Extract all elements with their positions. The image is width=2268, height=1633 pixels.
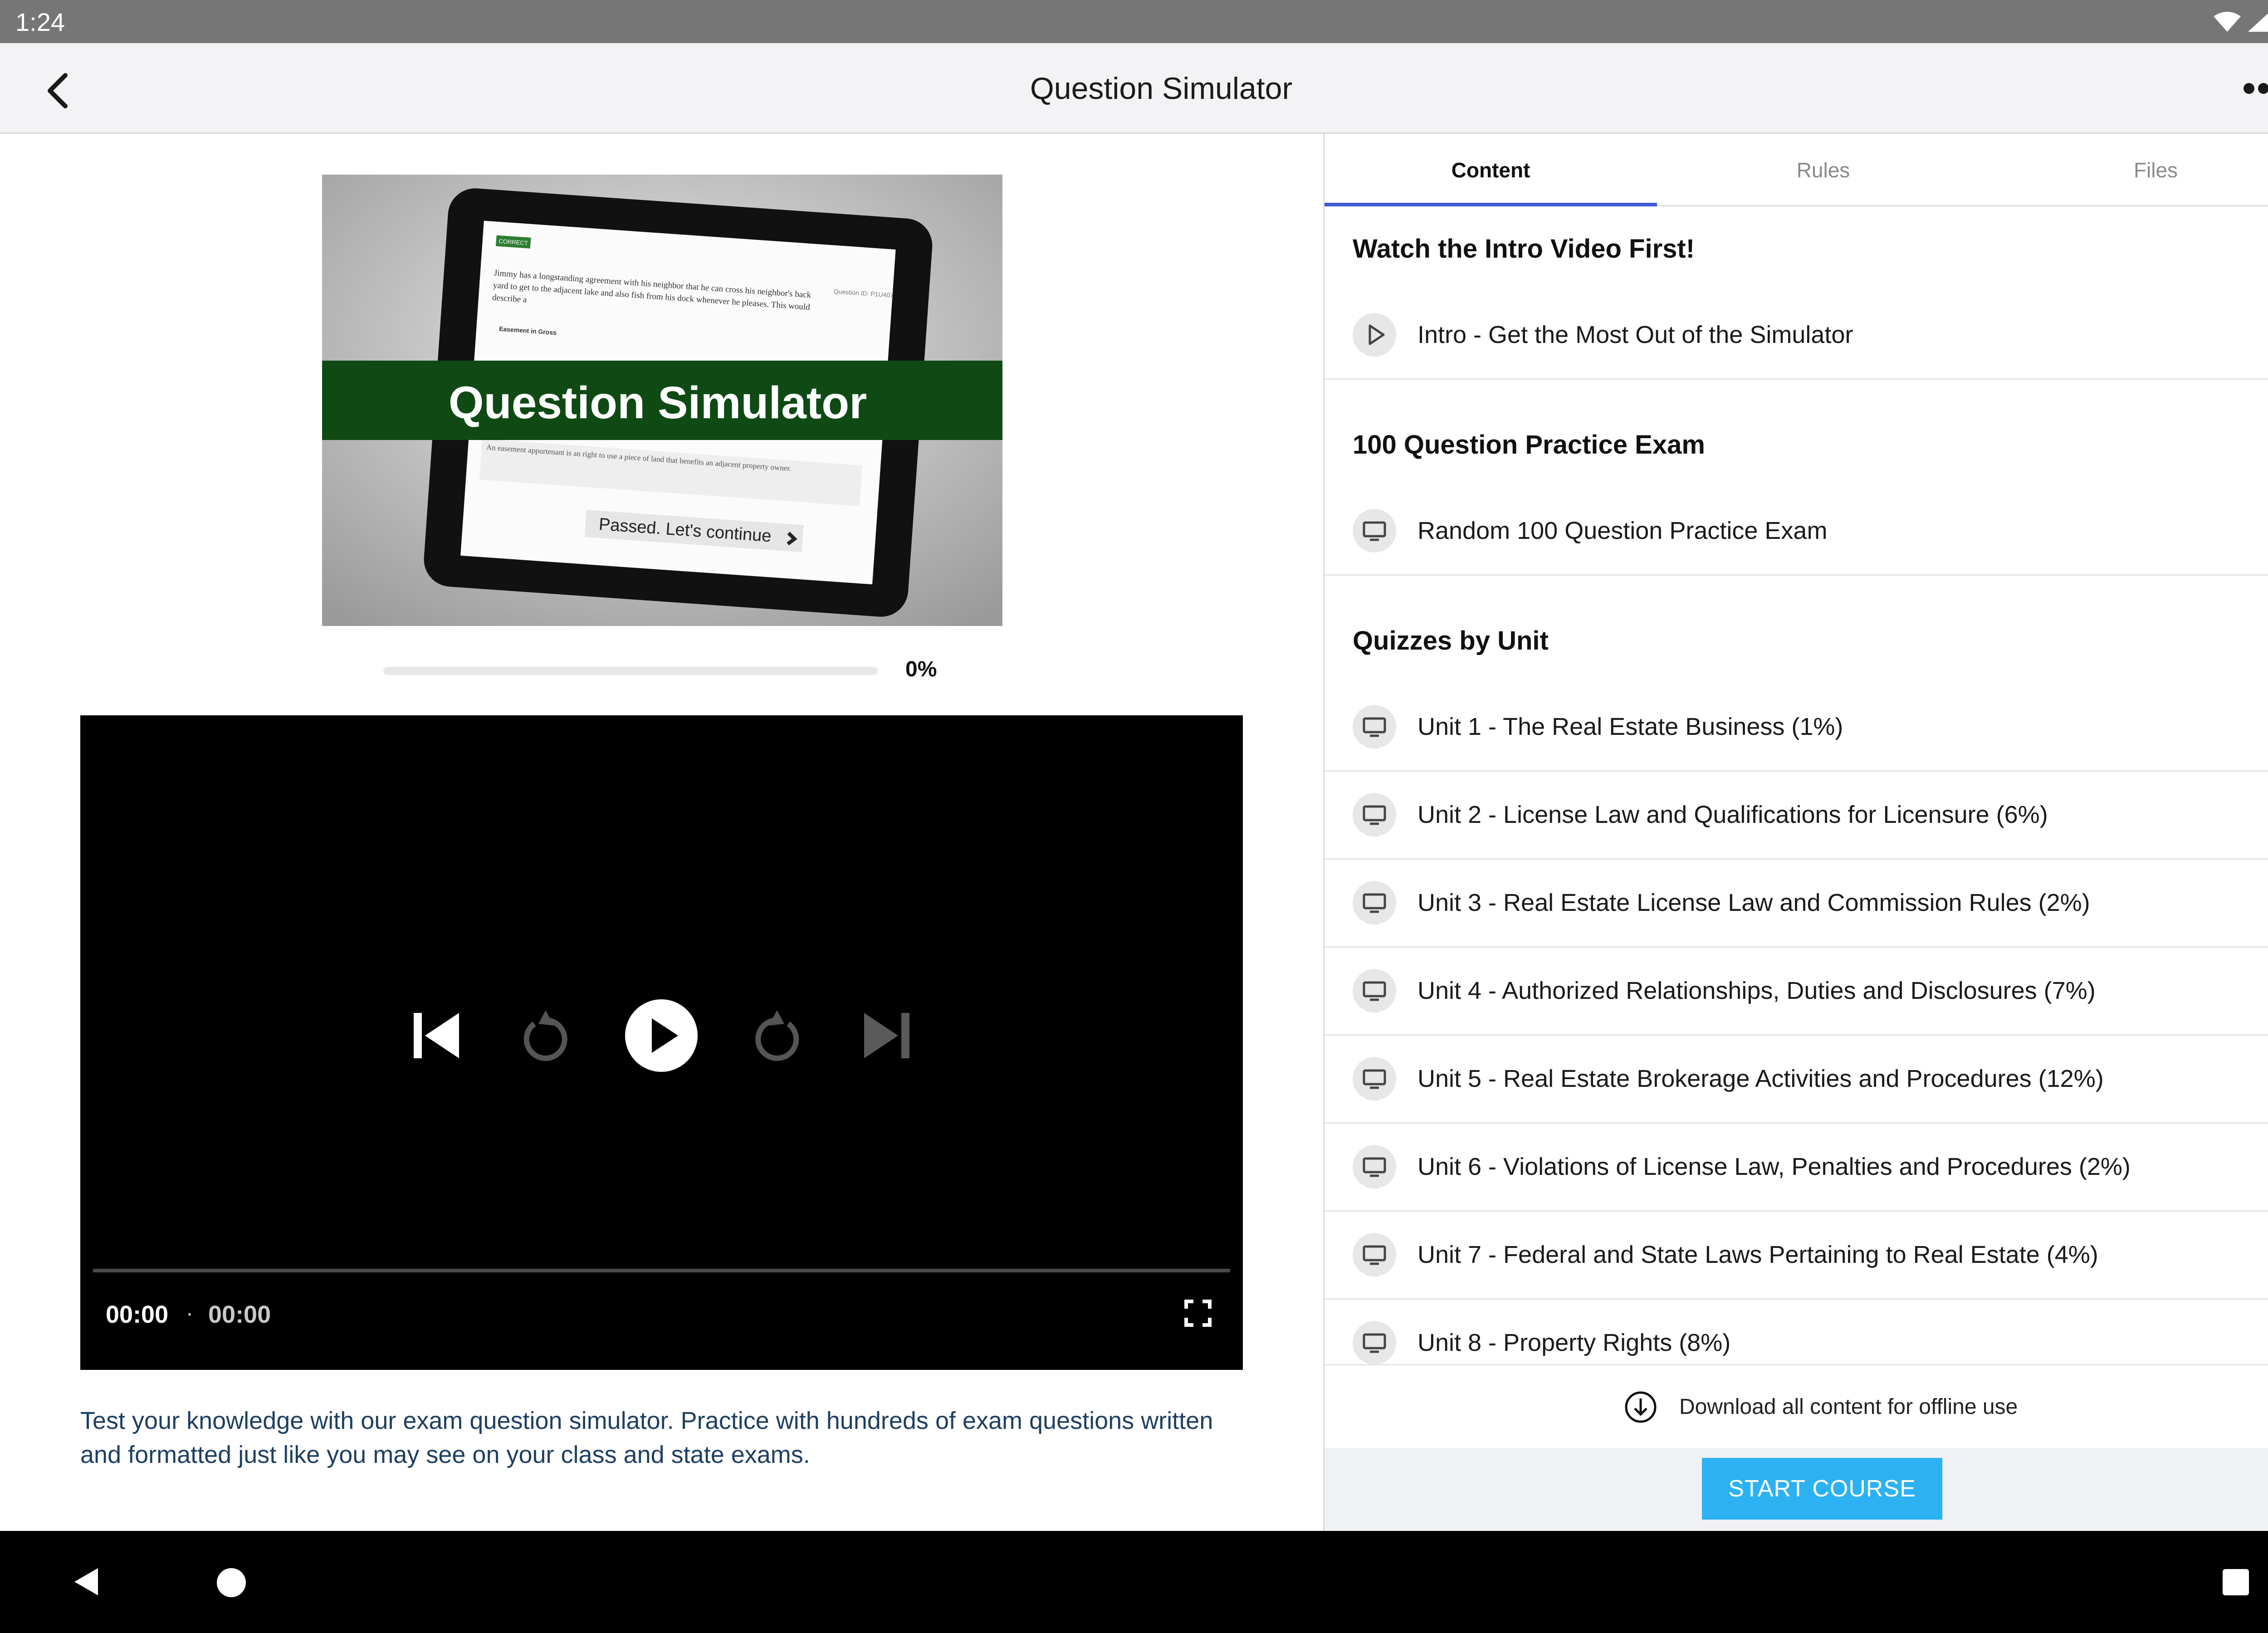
status-time: 1:24 <box>15 8 65 36</box>
list-item-label: Intro - Get the Most Out of the Simulato… <box>1418 321 1853 348</box>
list-item-label: Unit 5 - Real Estate Brokerage Activitie… <box>1418 1065 2104 1092</box>
monitor-icon <box>1353 1057 1396 1100</box>
list-item[interactable]: Unit 1 - The Real Estate Business (1%) <box>1325 684 2268 772</box>
list-item-label: Unit 7 - Federal and State Laws Pertaini… <box>1418 1241 2098 1268</box>
tab-bar: Content Rules Files <box>1325 134 2268 206</box>
start-course-button[interactable]: START COURSE <box>1702 1458 1942 1520</box>
chevron-left-icon <box>48 73 68 108</box>
progress-bar <box>383 667 878 675</box>
fullscreen-button[interactable] <box>1180 1295 1216 1331</box>
monitor-icon <box>1353 1233 1396 1276</box>
nav-back-icon[interactable] <box>69 1564 105 1600</box>
list-item-label: Unit 1 - The Real Estate Business (1%) <box>1418 713 1843 740</box>
back-button[interactable] <box>36 68 82 113</box>
monitor-icon <box>1353 1321 1396 1364</box>
list-item[interactable]: Random 100 Question Practice Exam <box>1325 488 2268 576</box>
monitor-icon <box>1353 793 1396 836</box>
list-item[interactable]: Unit 7 - Federal and State Laws Pertaini… <box>1325 1212 2268 1300</box>
forward-icon[interactable] <box>755 1010 799 1061</box>
play-icon <box>1353 313 1396 357</box>
monitor-icon <box>1353 969 1396 1012</box>
list-item[interactable]: Unit 2 - License Law and Qualifications … <box>1325 772 2268 860</box>
seek-bar[interactable] <box>93 1269 1230 1272</box>
fullscreen-icon <box>1184 1300 1212 1327</box>
monitor-icon <box>1353 705 1396 748</box>
total-time: 00:00 <box>208 1301 271 1328</box>
monitor-icon <box>1353 509 1396 552</box>
section-title: Watch the Intro Video First! <box>1353 234 1695 264</box>
list-item[interactable]: Unit 3 - Real Estate License Law and Com… <box>1325 860 2268 948</box>
list-item[interactable]: Unit 5 - Real Estate Brokerage Activitie… <box>1325 1036 2268 1124</box>
course-description: Test your knowledge with our exam questi… <box>80 1407 1213 1468</box>
status-icons <box>2214 12 2268 32</box>
list-item-label: Unit 8 - Property Rights (8%) <box>1418 1329 1731 1356</box>
list-item[interactable]: Unit 4 - Authorized Relationships, Dutie… <box>1325 948 2268 1036</box>
section-title: 100 Question Practice Exam <box>1353 430 1705 460</box>
nav-home-icon[interactable] <box>217 1568 246 1597</box>
list-item-label: Unit 6 - Violations of License Law, Pena… <box>1418 1153 2131 1180</box>
page-title: Question Simulator <box>1030 71 1293 106</box>
tab-indicator <box>1325 203 1657 206</box>
list-item-label: Random 100 Question Practice Exam <box>1418 517 1828 544</box>
banner-title: Question Simulator <box>449 377 867 428</box>
status-bar: 1:24 <box>0 0 2268 43</box>
nav-recents-icon[interactable] <box>2223 1569 2249 1595</box>
course-preview-pane: CORRECT Question ID: P1U407 Jimmy has a … <box>0 134 1323 1531</box>
list-item-label: Unit 3 - Real Estate License Law and Com… <box>1418 889 2090 916</box>
time-separator: · <box>186 1299 194 1326</box>
download-label: Download all content for offline use <box>1679 1395 2018 1419</box>
progress-percent: 0% <box>905 657 937 681</box>
section-title: Quizzes by Unit <box>1353 626 1549 655</box>
course-content-pane: Content Rules Files Watch the Intro Vide… <box>1325 134 2268 1531</box>
skip-next-icon[interactable] <box>864 1013 909 1058</box>
play-button[interactable] <box>625 999 698 1072</box>
replay-icon[interactable] <box>523 1010 567 1061</box>
list-item-label: Unit 2 - License Law and Qualifications … <box>1418 801 2048 828</box>
tab-files[interactable]: Files <box>1989 134 2268 206</box>
list-item[interactable]: Unit 6 - Violations of License Law, Pena… <box>1325 1124 2268 1212</box>
list-item[interactable]: Intro - Get the Most Out of the Simulato… <box>1325 292 2268 380</box>
wifi-icon <box>2214 12 2241 32</box>
more-options-button[interactable] <box>2236 70 2268 107</box>
video-player[interactable]: 00:00 · 00:00 <box>80 715 1243 1370</box>
download-circle-icon <box>1625 1391 1657 1423</box>
system-nav-bar <box>0 1531 2268 1633</box>
signal-icon <box>2248 13 2268 32</box>
tab-content[interactable]: Content <box>1325 134 1657 206</box>
course-thumbnail: CORRECT Question ID: P1U407 Jimmy has a … <box>322 175 1002 626</box>
list-item-label: Unit 4 - Authorized Relationships, Dutie… <box>1418 977 2096 1004</box>
app-bar: Question Simulator <box>0 43 2268 134</box>
more-horizontal-icon <box>2244 83 2268 94</box>
list-item[interactable]: Unit 8 - Property Rights (8%) <box>1325 1300 2268 1364</box>
tab-rules[interactable]: Rules <box>1657 134 1989 206</box>
skip-previous-icon[interactable] <box>414 1013 459 1058</box>
monitor-icon <box>1353 881 1396 924</box>
footer-bar: START COURSE <box>1325 1448 2268 1531</box>
download-all-button[interactable]: Download all content for offline use <box>1325 1364 2268 1448</box>
current-time: 00:00 <box>106 1301 169 1328</box>
monitor-icon <box>1353 1145 1396 1188</box>
